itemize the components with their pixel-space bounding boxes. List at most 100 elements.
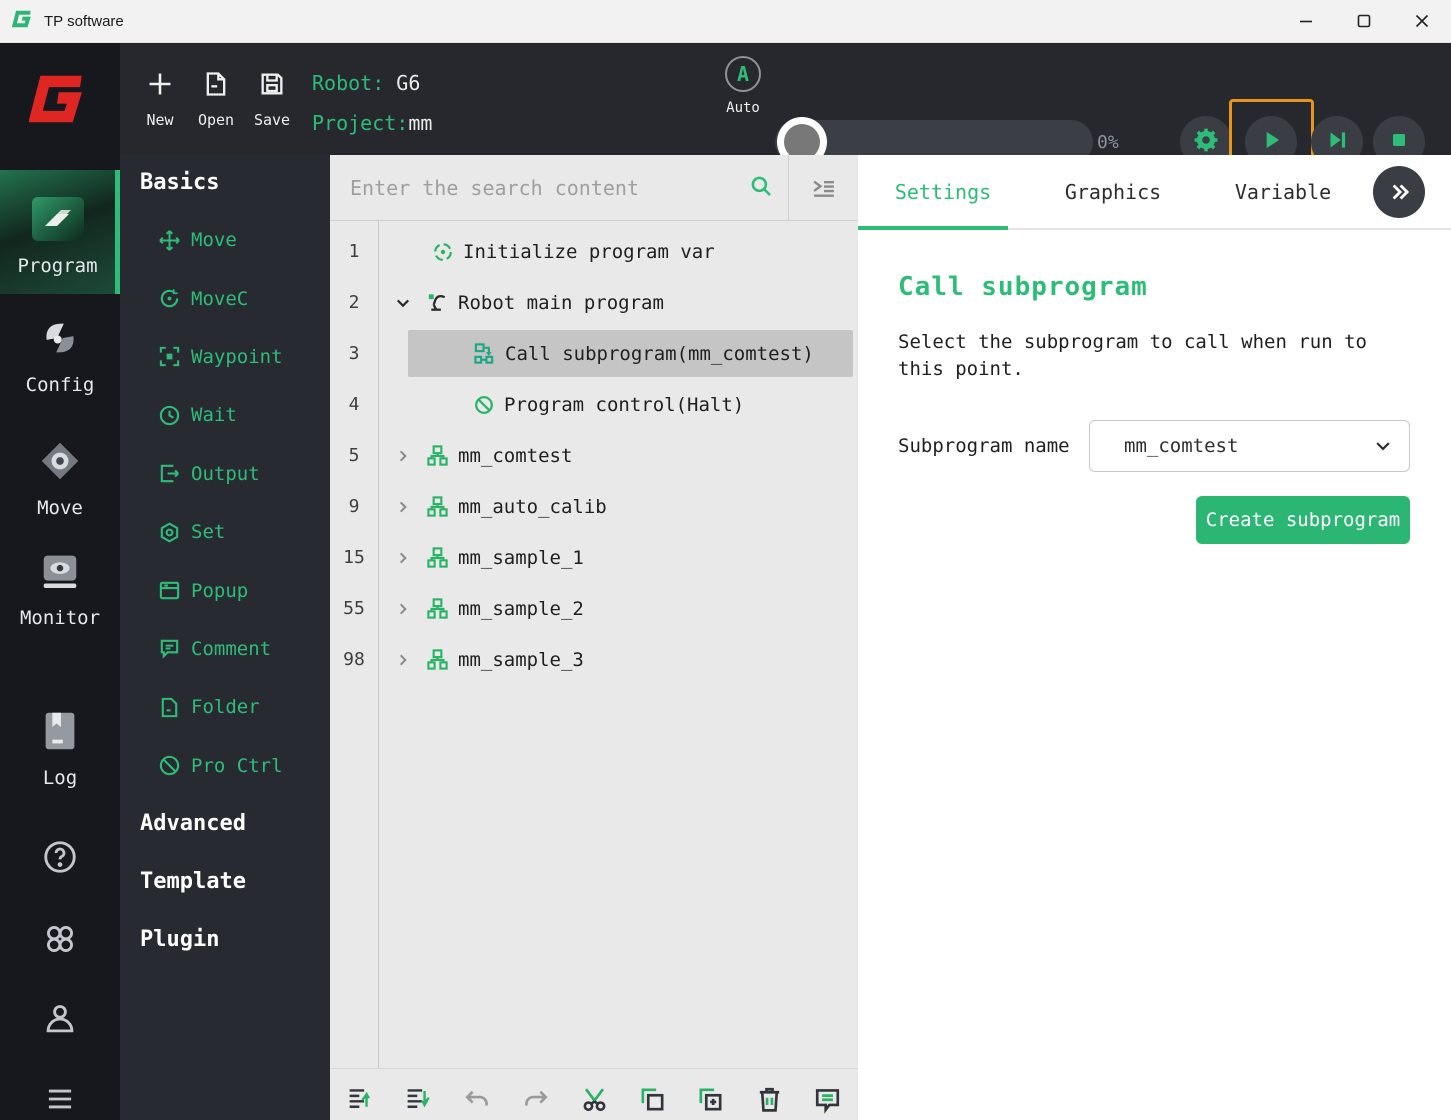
tree-row[interactable]: 5 mm_comtest <box>330 430 858 481</box>
open-button-label: Open <box>197 110 235 129</box>
copy-button[interactable] <box>638 1085 667 1114</box>
subprogram-icon <box>426 597 449 620</box>
tab-settings[interactable]: Settings <box>858 155 1028 230</box>
tree-row-selected[interactable]: 3 Call subprogram(mm_comtest) <box>330 328 858 379</box>
save-button[interactable]: Save <box>244 43 300 155</box>
minimize-button[interactable] <box>1277 0 1335 42</box>
palette-item-wait[interactable]: Wait <box>120 386 330 444</box>
search-icon[interactable] <box>748 173 774 203</box>
help-button[interactable] <box>0 838 120 876</box>
palette-section-basics[interactable]: Basics <box>120 155 330 211</box>
tree-collapse-button[interactable] <box>788 155 858 220</box>
help-icon <box>44 841 76 873</box>
program-tree: 1 Initialize program var 2 Robot main pr… <box>330 221 858 1068</box>
menu-button[interactable] <box>0 1080 120 1118</box>
tree-row[interactable]: 15 mm_sample_1 <box>330 532 858 583</box>
sidebar-item-label: Move <box>37 497 83 519</box>
sidebar-item-label: Config <box>25 374 95 396</box>
palette-item-popup[interactable]: Popup <box>120 561 330 619</box>
apps-button[interactable] <box>0 920 120 958</box>
tree-row[interactable]: 4 Program control(Halt) <box>330 379 858 430</box>
sidebar-item-log[interactable]: Log <box>0 708 120 789</box>
output-icon <box>160 465 179 483</box>
gear-icon <box>1192 126 1220 158</box>
user-button[interactable] <box>0 1000 120 1038</box>
new-file-icon <box>146 70 174 102</box>
double-chevron-right-icon <box>1392 184 1410 199</box>
maximize-button[interactable] <box>1335 0 1393 42</box>
sidebar-item-monitor[interactable]: Monitor <box>0 548 120 629</box>
sidebar-item-config[interactable]: Config <box>0 315 120 396</box>
window-controls <box>1277 0 1451 42</box>
search-input[interactable] <box>350 175 748 200</box>
close-button[interactable] <box>1393 0 1451 42</box>
chevron-down-icon <box>1373 436 1393 456</box>
halt-icon <box>473 394 495 416</box>
init-var-icon <box>432 241 454 263</box>
robot-name: Robot: G6 <box>312 71 421 95</box>
auto-mode-icon: A <box>725 56 761 92</box>
tree-row[interactable]: 9 mm_auto_calib <box>330 481 858 532</box>
palette-section-plugin[interactable]: Plugin <box>120 911 330 969</box>
delete-button[interactable] <box>755 1085 784 1114</box>
chevron-down-icon[interactable] <box>392 294 414 312</box>
palette-item-waypoint[interactable]: Waypoint <box>120 328 330 386</box>
palette-item-output[interactable]: Output <box>120 445 330 503</box>
instruction-palette: Basics Move MoveC Waypoint Wait Output S… <box>120 155 330 1120</box>
subprogram-field-row: Subprogram name mm_comtest <box>898 420 1410 472</box>
save-button-label: Save <box>253 110 291 129</box>
insert-after-button[interactable] <box>404 1085 433 1114</box>
palette-item-move[interactable]: Move <box>120 211 330 269</box>
chevron-right-icon[interactable] <box>392 550 414 566</box>
tree-row[interactable]: 1 Initialize program var <box>330 226 858 277</box>
expand-tabs-button[interactable] <box>1373 165 1425 218</box>
palette-item-set[interactable]: Set <box>120 503 330 561</box>
program-tree-panel: 1 Initialize program var 2 <box>330 155 858 1120</box>
program-icon <box>31 196 85 246</box>
speed-percent: 0% <box>1097 132 1119 153</box>
chevron-right-icon[interactable] <box>392 499 414 515</box>
play-icon <box>1258 127 1284 157</box>
auto-mode-indicator[interactable]: A Auto <box>722 56 764 116</box>
tree-row[interactable]: 55 mm_sample_2 <box>330 583 858 634</box>
palette-item-movec[interactable]: MoveC <box>120 269 330 327</box>
paste-button[interactable] <box>696 1085 725 1114</box>
tab-variable[interactable]: Variable <box>1198 155 1368 228</box>
call-subprogram-icon <box>473 342 496 365</box>
tree-row[interactable]: 2 Robot main program <box>330 277 858 328</box>
move-nav-icon <box>37 438 83 488</box>
comment-tool-button[interactable] <box>813 1085 842 1114</box>
create-subprogram-button[interactable]: Create subprogram <box>1196 496 1410 544</box>
hamburger-menu-icon <box>48 1089 72 1109</box>
prohibition-icon <box>159 756 180 776</box>
tp-software-window: TP software New Open Save Robot: G6 Proj… <box>0 0 1451 1120</box>
app-title: TP software <box>44 12 124 30</box>
palette-item-comment[interactable]: Comment <box>120 620 330 678</box>
new-button[interactable]: New <box>132 43 188 155</box>
insert-before-button[interactable] <box>346 1085 375 1114</box>
titlebar: TP software <box>0 0 1451 43</box>
movec-icon <box>160 289 179 308</box>
new-button-label: New <box>146 110 174 129</box>
redo-button[interactable] <box>521 1085 550 1114</box>
palette-item-proctrl[interactable]: Pro Ctrl <box>120 737 330 795</box>
palette-item-folder[interactable]: Folder <box>120 678 330 736</box>
chevron-right-icon[interactable] <box>392 652 414 668</box>
sidebar-item-move[interactable]: Move <box>0 438 120 519</box>
robot-main-icon <box>426 291 449 314</box>
tab-graphics[interactable]: Graphics <box>1028 155 1198 228</box>
palette-section-template[interactable]: Template <box>120 853 330 911</box>
subprogram-icon <box>426 546 449 569</box>
cut-button[interactable] <box>580 1085 609 1114</box>
chevron-right-icon[interactable] <box>392 448 414 464</box>
save-file-icon <box>258 70 286 102</box>
tree-row[interactable]: 98 mm_sample_3 <box>330 634 858 685</box>
palette-section-advanced[interactable]: Advanced <box>120 795 330 853</box>
open-button[interactable]: Open <box>188 43 244 155</box>
subprogram-name-select[interactable]: mm_comtest <box>1089 420 1410 472</box>
waypoint-icon <box>159 347 180 367</box>
sidebar-item-program[interactable]: Program <box>0 170 120 294</box>
undo-button[interactable] <box>463 1085 492 1114</box>
monitor-icon <box>37 548 83 598</box>
chevron-right-icon[interactable] <box>392 601 414 617</box>
